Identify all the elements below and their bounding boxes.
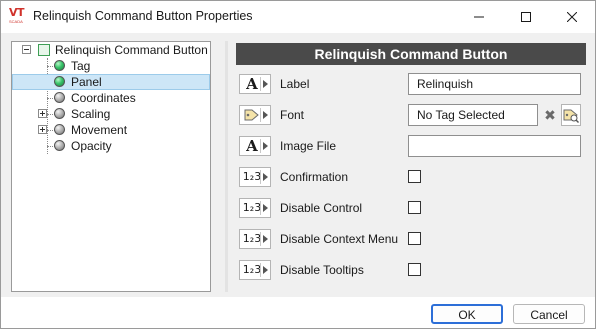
properties-header: Relinquish Command Button: [236, 43, 586, 65]
expand-icon[interactable]: [38, 109, 47, 118]
tree-item-label: Panel: [71, 75, 102, 89]
tree-item-label: Opacity: [71, 139, 112, 153]
text-A-icon: A: [246, 137, 258, 155]
minimize-button[interactable]: [456, 1, 502, 33]
property-label: Confirmation: [280, 170, 349, 184]
tree-item-movement[interactable]: Movement: [12, 122, 210, 138]
title-bar[interactable]: VT SCADA Relinquish Command Button Prope…: [1, 1, 595, 33]
property-tree[interactable]: Relinquish Command Button Tag Panel Coor…: [11, 41, 211, 292]
property-label: Label: [280, 77, 310, 91]
tree-item-label: Scaling: [71, 107, 111, 121]
root-object-icon: [38, 44, 50, 56]
chevron-right-icon: [263, 204, 268, 212]
minimize-icon: [474, 16, 484, 18]
property-type-button[interactable]: 1₂3: [239, 198, 271, 218]
property-label: Disable Context Menu: [280, 232, 399, 246]
property-type-button[interactable]: 1₂3: [239, 167, 271, 187]
chevron-right-icon: [263, 235, 268, 243]
expand-icon[interactable]: [38, 125, 47, 134]
property-label: Disable Control: [280, 201, 363, 215]
tree-item-label: Tag: [71, 59, 91, 73]
dialog-window: VT SCADA Relinquish Command Button Prope…: [0, 0, 596, 329]
numeric-123-icon: 1₂3: [242, 170, 262, 183]
button-separator: [260, 108, 261, 122]
dialog-footer: OK Cancel: [1, 297, 595, 328]
label-input[interactable]: [408, 73, 581, 95]
disable-control-checkbox[interactable]: [408, 201, 421, 214]
button-separator: [260, 139, 261, 153]
green-ball-icon: [54, 60, 65, 71]
logo-subtext: SCADA: [9, 19, 23, 24]
tree-item-label: Coordinates: [71, 91, 136, 105]
tree-root-label: Relinquish Command Button: [55, 43, 208, 57]
image-file-input[interactable]: [408, 135, 581, 157]
cancel-button[interactable]: Cancel: [513, 304, 585, 324]
button-separator: [260, 170, 261, 184]
tree-item-label: Movement: [71, 123, 128, 137]
tree-root[interactable]: Relinquish Command Button: [12, 42, 210, 58]
property-type-button[interactable]: 1₂3: [239, 229, 271, 249]
property-row-confirmation: 1₂3 Confirmation: [239, 165, 589, 189]
gray-ball-icon: [54, 108, 65, 119]
green-ball-icon: [54, 76, 65, 87]
button-separator: [260, 201, 261, 215]
logo-text: VT: [9, 6, 25, 19]
property-type-button[interactable]: 1₂3: [239, 260, 271, 280]
chevron-right-icon: [263, 266, 268, 274]
numeric-123-icon: 1₂3: [242, 201, 262, 214]
tree-item-panel[interactable]: Panel: [12, 74, 210, 90]
chevron-right-icon: [263, 173, 268, 181]
property-row-image-file: A Image File: [239, 134, 589, 158]
property-label: Image File: [280, 139, 337, 153]
property-label: Disable Tooltips: [280, 263, 364, 277]
chevron-right-icon: [263, 142, 268, 150]
property-type-button[interactable]: A: [239, 136, 271, 156]
button-separator: [260, 232, 261, 246]
numeric-123-icon: 1₂3: [242, 232, 262, 245]
maximize-icon: [521, 12, 531, 22]
disable-context-menu-checkbox[interactable]: [408, 232, 421, 245]
property-type-button[interactable]: [239, 105, 271, 125]
button-separator: [260, 263, 261, 277]
chevron-right-icon: [263, 80, 268, 88]
close-icon: [567, 12, 577, 22]
gray-ball-icon: [54, 92, 65, 103]
property-row-disable-context-menu: 1₂3 Disable Context Menu: [239, 227, 589, 251]
property-row-label: A Label: [239, 72, 589, 96]
collapse-icon[interactable]: [22, 45, 31, 54]
button-separator: [260, 77, 261, 91]
tag-browse-button[interactable]: [561, 104, 581, 126]
window-title: Relinquish Command Button Properties: [33, 9, 253, 23]
property-type-button[interactable]: A: [239, 74, 271, 94]
tree-item-scaling[interactable]: Scaling: [12, 106, 210, 122]
panel-splitter[interactable]: [225, 41, 228, 292]
font-tag-input[interactable]: [408, 104, 538, 126]
confirmation-checkbox[interactable]: [408, 170, 421, 183]
gray-ball-icon: [54, 140, 65, 151]
dialog-body: Relinquish Command Button Tag Panel Coor…: [1, 33, 595, 297]
chevron-right-icon: [263, 111, 268, 119]
tag-browse-icon: [563, 109, 579, 123]
property-row-font: Font ✖: [239, 103, 589, 127]
property-row-disable-tooltips: 1₂3 Disable Tooltips: [239, 258, 589, 282]
close-button[interactable]: [549, 1, 595, 33]
property-label: Font: [280, 108, 305, 122]
maximize-button[interactable]: [503, 1, 549, 33]
vtscada-logo: VT SCADA: [9, 7, 27, 25]
tag-icon: [244, 109, 259, 121]
tree-item-tag[interactable]: Tag: [12, 58, 210, 74]
tree-item-opacity[interactable]: Opacity: [12, 138, 210, 154]
numeric-123-icon: 1₂3: [242, 263, 262, 276]
property-row-disable-control: 1₂3 Disable Control: [239, 196, 589, 220]
text-A-icon: A: [246, 75, 258, 93]
ok-button[interactable]: OK: [431, 304, 503, 324]
clear-icon[interactable]: ✖: [542, 106, 558, 124]
disable-tooltips-checkbox[interactable]: [408, 263, 421, 276]
tree-item-coordinates[interactable]: Coordinates: [12, 90, 210, 106]
gray-ball-icon: [54, 124, 65, 135]
